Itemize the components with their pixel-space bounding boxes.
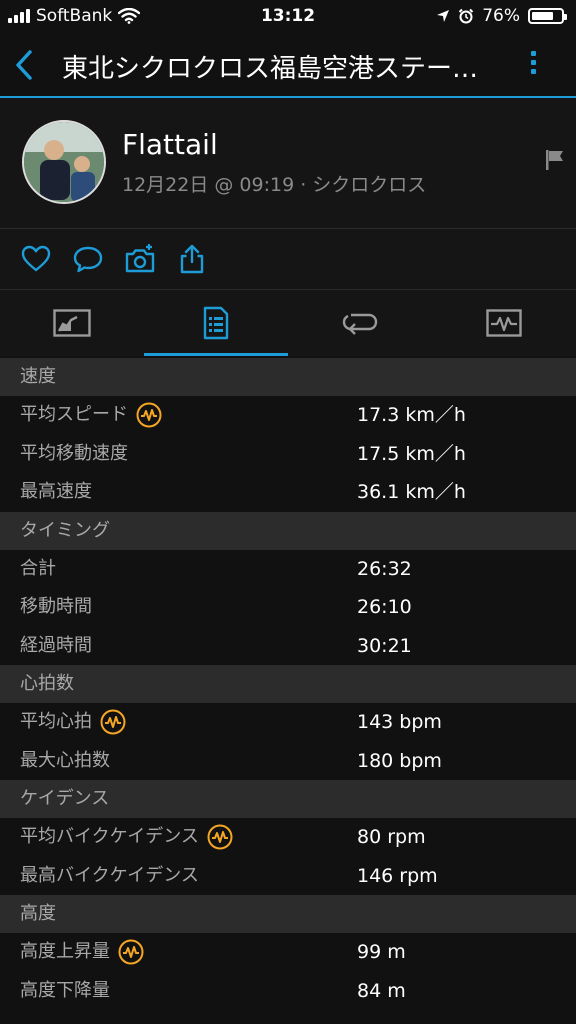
- stat-value: 180 bpm: [357, 749, 442, 772]
- stat-label-wrap: 高度下降量: [20, 972, 110, 1011]
- stat-value: 26:10: [357, 596, 412, 618]
- stat-value: 80 rpm: [357, 826, 426, 848]
- battery-percent: 76%: [482, 6, 520, 26]
- section-header: 高度: [0, 895, 576, 933]
- action-bar: [0, 229, 576, 290]
- stats-list: 速度平均スピード 17.3 km／h 平均移動速度 17.5 km／h 最高速度 36.1…: [0, 358, 576, 1010]
- insight-pulse-icon[interactable]: [136, 402, 162, 428]
- comment-bubble-icon[interactable]: [72, 243, 104, 275]
- activity-meta: 12月22日 @ 09:19 · シクロクロス: [122, 174, 427, 196]
- battery-fill: [532, 12, 553, 20]
- status-bar: SoftBank 13:12 76%: [0, 0, 576, 34]
- insight-badge[interactable]: [100, 709, 126, 735]
- stat-label: 平均スピード: [20, 404, 128, 425]
- stat-row: 経過時間 30:21: [0, 627, 576, 666]
- stat-value: 17.3 km／h: [357, 404, 466, 426]
- stat-label: 最高バイクケイデンス: [20, 864, 199, 886]
- nav-bar: 東北シクロクロス福島空港ステー…: [0, 34, 576, 98]
- stat-label-wrap: 最高バイクケイデンス: [20, 857, 199, 896]
- stat-row: 最大心拍数 180 bpm: [0, 742, 576, 781]
- insight-pulse-icon[interactable]: [118, 939, 144, 965]
- profile-header: Flattail 12月22日 @ 09:19 · シクロクロス: [0, 98, 576, 229]
- stat-label: 経過時間: [20, 634, 92, 656]
- stat-row: 高度上昇量 99 m: [0, 933, 576, 972]
- section-header: ケイデンス: [0, 780, 576, 818]
- stat-row: 移動時間 26:10: [0, 588, 576, 627]
- tab-graphs[interactable]: [432, 290, 576, 356]
- stat-label: 高度下降量: [20, 979, 110, 1001]
- tab-summary[interactable]: [0, 290, 144, 356]
- stat-row: 平均バイクケイデンス 80 rpm: [0, 818, 576, 857]
- section-header: 速度: [0, 358, 576, 396]
- stats-list-icon: [203, 306, 229, 340]
- stat-label-wrap: 合計: [20, 550, 56, 589]
- tab-laps[interactable]: [288, 290, 432, 356]
- graph-icon: [486, 309, 522, 337]
- stat-row: 平均心拍 143 bpm: [0, 703, 576, 742]
- section-header: 心拍数: [0, 665, 576, 703]
- tab-stats[interactable]: [144, 290, 288, 356]
- battery-icon: [528, 8, 567, 24]
- avatar-photo: [24, 122, 104, 202]
- stat-label: 高度上昇量: [20, 941, 110, 962]
- stat-label-wrap: 最高速度: [20, 473, 92, 512]
- insight-pulse-icon[interactable]: [100, 709, 126, 735]
- share-icon[interactable]: [176, 243, 208, 275]
- flag-icon[interactable]: [544, 148, 566, 172]
- stat-label-wrap: 平均スピード: [20, 396, 162, 435]
- user-name[interactable]: Flattail: [122, 128, 218, 161]
- add-photo-camera-icon[interactable]: [124, 243, 156, 275]
- stat-label: 最高速度: [20, 481, 92, 502]
- like-heart-icon[interactable]: [20, 243, 52, 275]
- stat-value: 36.1 km／h: [357, 481, 466, 503]
- stat-label: 平均移動速度: [20, 442, 128, 464]
- stat-row: 合計 26:32: [0, 550, 576, 589]
- stat-row: 最高バイクケイデンス 146 rpm: [0, 857, 576, 896]
- stat-label: 平均バイクケイデンス: [20, 826, 199, 847]
- stat-label-wrap: 移動時間: [20, 588, 92, 627]
- stat-row: 最高速度 36.1 km／h: [0, 473, 576, 512]
- stat-label: 合計: [20, 557, 56, 579]
- activity-title: 東北シクロクロス福島空港ステー…: [62, 54, 479, 84]
- insight-pulse-icon[interactable]: [207, 824, 233, 850]
- activity-tabs: [0, 290, 576, 356]
- insight-badge[interactable]: [118, 939, 144, 965]
- insight-badge[interactable]: [207, 824, 233, 850]
- stat-row: 平均スピード 17.3 km／h: [0, 396, 576, 435]
- stat-label: 最大心拍数: [20, 749, 110, 771]
- stat-value: 146 rpm: [357, 864, 438, 887]
- insight-badge[interactable]: [136, 402, 162, 428]
- stat-label: 平均心拍: [20, 711, 92, 732]
- stat-value: 143 bpm: [357, 711, 442, 733]
- stat-label-wrap: 最大心拍数: [20, 742, 110, 781]
- stat-label-wrap: 経過時間: [20, 627, 92, 666]
- stat-value: 99 m: [357, 941, 406, 963]
- stat-value: 26:32: [357, 557, 412, 580]
- stat-label-wrap: 平均バイクケイデンス: [20, 818, 233, 857]
- back-chevron-icon[interactable]: [10, 46, 38, 84]
- status-right: 76%: [436, 6, 567, 26]
- location-arrow-icon: [437, 10, 450, 22]
- stat-label-wrap: 平均心拍: [20, 703, 126, 742]
- stat-row: 平均移動速度 17.5 km／h: [0, 435, 576, 474]
- stat-label-wrap: 高度上昇量: [20, 933, 144, 972]
- stat-label-wrap: 平均移動速度: [20, 435, 128, 474]
- alarm-icon: [458, 8, 474, 24]
- stat-value: 17.5 km／h: [357, 442, 466, 465]
- chart-summary-icon: [53, 309, 91, 337]
- section-header: タイミング: [0, 511, 576, 550]
- laps-icon: [342, 313, 378, 335]
- more-options-icon[interactable]: [526, 48, 540, 84]
- stat-value: 84 m: [357, 979, 406, 1002]
- stat-row: 高度下降量 84 m: [0, 972, 576, 1011]
- stat-label: 移動時間: [20, 596, 92, 617]
- stat-value: 30:21: [357, 634, 412, 657]
- avatar[interactable]: [22, 120, 106, 204]
